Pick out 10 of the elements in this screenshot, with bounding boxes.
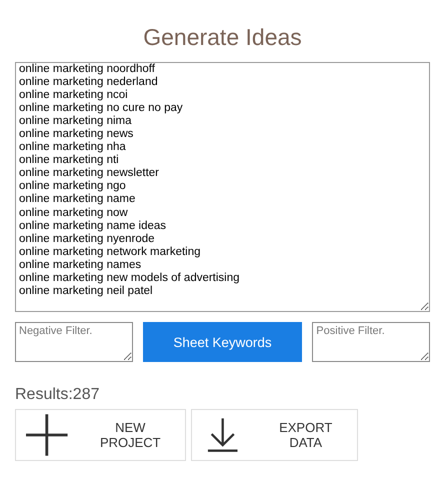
new-project-button[interactable]: NEW PROJECT <box>15 409 186 461</box>
keywords-textarea[interactable]: online marketing noordhoff online marketing nederland online marketing ncoi online marketing no cure no pay online marketing nima online marketing news online marketing nha online marketing nti online marketing newsletter online marketing ngo online marketing name online marketing now online marketing name ideas online marketing nyenrode online marketing network marketing online marketing names online marketing new models of advertising online marketing neil patel <box>15 62 430 312</box>
download-icon <box>207 416 238 454</box>
results-count: Results:287 <box>15 386 100 405</box>
export-data-button[interactable]: EXPORT DATA <box>191 409 358 461</box>
sheet-keywords-button[interactable]: Sheet Keywords <box>142 322 302 362</box>
plus-icon <box>26 413 68 457</box>
negative-filter-field[interactable]: Negative Filter. <box>15 322 133 362</box>
page-title: Generate Ideas <box>142 23 303 52</box>
positive-filter-field[interactable]: Positive Filter. <box>312 322 430 362</box>
